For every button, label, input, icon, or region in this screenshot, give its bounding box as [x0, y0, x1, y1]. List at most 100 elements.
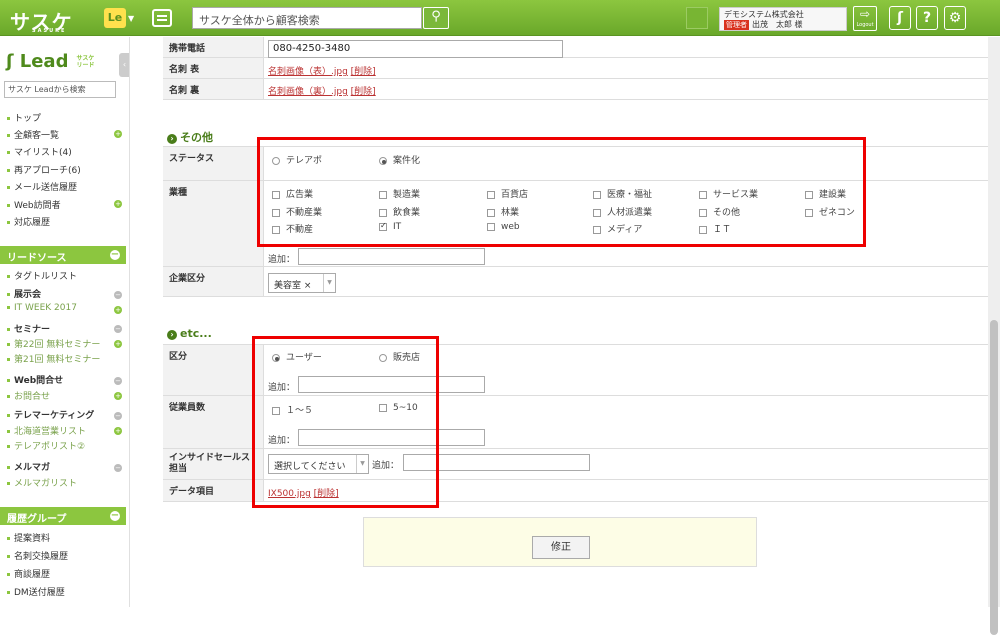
industry-checkbox-service[interactable]: サービス業	[699, 187, 758, 200]
sidebar-item-negotiation[interactable]: 商談履歴	[7, 567, 50, 580]
industry-checkbox-real-estate-business[interactable]: 不動産業	[272, 205, 322, 218]
sidebar-item-response-history[interactable]: 対応履歴	[7, 215, 50, 228]
sidebar-item-mylist[interactable]: マイリスト(4)	[7, 145, 72, 158]
logout-button[interactable]: ⇨ Logout	[853, 6, 877, 31]
industry-checkbox-media[interactable]: メディア	[593, 222, 642, 235]
sidebar-item-exhibition[interactable]: 展示会	[7, 287, 41, 300]
employees-checkbox-1-5[interactable]: １～５	[272, 403, 313, 416]
le-app-badge[interactable]: Le	[104, 8, 126, 28]
sasuke-home-icon[interactable]: ʃ	[889, 6, 911, 30]
sidebar-item-proposal[interactable]: 提案資料	[7, 531, 50, 544]
scrollbar[interactable]	[988, 37, 1000, 635]
industry-checkbox-forestry[interactable]: 林業	[487, 205, 519, 218]
card-back-label: 名刺 裏	[163, 79, 264, 99]
edit-button[interactable]: 修正	[532, 536, 590, 559]
plus-icon[interactable]: +	[114, 427, 122, 435]
minus-icon[interactable]: −	[114, 464, 122, 472]
industry-checkbox-general-contractor[interactable]: ゼネコン	[805, 205, 855, 218]
chat-icon[interactable]	[152, 9, 172, 27]
card-front-delete[interactable]: [削除]	[351, 67, 376, 77]
industry-checkbox-other[interactable]: その他	[699, 205, 740, 218]
scrollbar-thumb[interactable]	[990, 320, 998, 635]
division-radio-reseller[interactable]: 販売店	[379, 350, 420, 363]
inside-sales-add-input[interactable]	[403, 454, 590, 471]
industry-checkbox-medical[interactable]: 医療・福祉	[593, 187, 652, 200]
division-add-input[interactable]	[298, 376, 485, 393]
division-label: 区分	[163, 345, 264, 395]
global-search-input[interactable]: サスケ全体から顧客検索	[192, 7, 422, 29]
gear-icon[interactable]: ⚙	[944, 6, 966, 30]
clear-icon[interactable]: ×	[304, 281, 312, 291]
industry-checkbox-it[interactable]: IT	[379, 221, 401, 232]
data-item-delete[interactable]: [削除]	[314, 489, 339, 499]
minus-icon[interactable]: −	[114, 291, 122, 299]
card-back-delete[interactable]: [削除]	[351, 87, 376, 97]
data-item-label: データ項目	[163, 480, 264, 501]
sidebar-item-seminar-22[interactable]: 第22回 無料セミナー	[7, 337, 100, 350]
plus-icon[interactable]: +	[114, 200, 122, 208]
sidebar-item-web-inquiry[interactable]: Web問合せ	[7, 373, 63, 386]
plus-icon[interactable]: +	[114, 340, 122, 348]
industry-checkbox-construction[interactable]: 建設業	[805, 187, 846, 200]
sidebar-item-reapproach[interactable]: 再アプローチ(6)	[7, 163, 81, 176]
plus-icon[interactable]: +	[114, 392, 122, 400]
sidebar-item-web-visitors[interactable]: Web訪問者	[7, 198, 61, 211]
sidebar-item-top[interactable]: トップ	[7, 111, 41, 124]
chevron-down-icon[interactable]: ▼	[323, 274, 335, 292]
industry-checkbox-web[interactable]: web	[487, 222, 520, 232]
industry-checkbox-real-estate[interactable]: 不動産	[272, 222, 313, 235]
status-radio-teleapo[interactable]: テレアポ	[272, 153, 322, 166]
industry-checkbox-department-store[interactable]: 百貨店	[487, 187, 528, 200]
sidebar-item-card-exchange[interactable]: 名刺交換履歴	[7, 549, 68, 562]
sidebar-item-tele-list[interactable]: テレアポリスト②	[7, 439, 85, 452]
data-item-link[interactable]: IX500.jpg	[268, 489, 311, 499]
chevron-down-icon[interactable]: ▼	[356, 455, 368, 473]
history-group-header[interactable]: 履歴グループ −	[0, 507, 126, 525]
industry-checkbox-staffing[interactable]: 人材派遣業	[593, 205, 652, 218]
logout-icon: ⇨	[859, 7, 871, 21]
collapse-icon[interactable]: −	[110, 511, 120, 521]
mobile-input[interactable]: 080-4250-3480	[268, 40, 563, 58]
division-radio-user[interactable]: ユーザー	[272, 350, 322, 363]
industry-checkbox-restaurant[interactable]: 飲食業	[379, 205, 420, 218]
collapse-icon[interactable]: −	[110, 250, 120, 260]
chevron-down-icon[interactable]: ▼	[128, 14, 134, 23]
sidebar-item-mail-history[interactable]: メール送信履歴	[7, 180, 77, 193]
sidebar-item-telemarketing[interactable]: テレマーケティング	[7, 408, 94, 421]
sidebar-item-mailmag-list[interactable]: メルマガリスト	[7, 476, 77, 489]
search-icon[interactable]: ⚲	[423, 7, 449, 29]
industry-checkbox-manufacturing[interactable]: 製造業	[379, 187, 420, 200]
plus-icon[interactable]: +	[114, 306, 122, 314]
notification-box[interactable]	[686, 7, 708, 29]
sidebar-item-tagged-list[interactable]: タグトルリスト	[7, 269, 77, 282]
sidebar-item-hokkaido[interactable]: 北海道営業リスト	[7, 424, 86, 437]
industry-add-input[interactable]	[298, 248, 485, 265]
lead-source-header[interactable]: リードソース −	[0, 246, 126, 264]
company-type-select[interactable]: 美容室 × ▼	[268, 273, 336, 293]
inside-sales-select[interactable]: 選択してください ▼	[268, 454, 369, 474]
sidebar-search-input[interactable]: サスケ Leadから検索	[4, 81, 116, 98]
employees-add-input[interactable]	[298, 429, 485, 446]
employees-label: 従業員数	[163, 396, 264, 448]
sidebar-item-seminar-21[interactable]: 第21回 無料セミナー	[7, 352, 100, 365]
minus-icon[interactable]: −	[114, 412, 122, 420]
minus-icon[interactable]: −	[114, 325, 122, 333]
sidebar-item-dm-history[interactable]: DM送付履歴	[7, 585, 65, 598]
sidebar-collapse-button[interactable]: ‹	[119, 53, 129, 77]
plus-icon[interactable]: +	[114, 130, 122, 138]
sidebar-item-all-customers[interactable]: 全顧客一覧	[7, 128, 59, 141]
sasuke-logo[interactable]: サスケ SASUKE	[10, 6, 73, 35]
sidebar-item-inquiry[interactable]: お問合せ	[7, 389, 50, 402]
industry-checkbox-it-fullwidth[interactable]: ＩＴ	[699, 222, 731, 235]
sidebar-item-it-week[interactable]: IT WEEK 2017	[7, 303, 77, 313]
card-back-link[interactable]: 名刺画像（裏）.jpg	[268, 87, 348, 97]
sidebar-item-seminar[interactable]: セミナー	[7, 322, 50, 335]
company-type-label: 企業区分	[163, 267, 264, 296]
employees-checkbox-5-10[interactable]: 5~10	[379, 403, 418, 413]
minus-icon[interactable]: −	[114, 377, 122, 385]
help-icon[interactable]: ?	[916, 6, 938, 30]
card-front-link[interactable]: 名刺画像（表）.jpg	[268, 67, 348, 77]
sidebar-item-mailmag[interactable]: メルマガ	[7, 460, 50, 473]
status-radio-project[interactable]: 案件化	[379, 153, 420, 166]
industry-checkbox-advertising[interactable]: 広告業	[272, 187, 313, 200]
